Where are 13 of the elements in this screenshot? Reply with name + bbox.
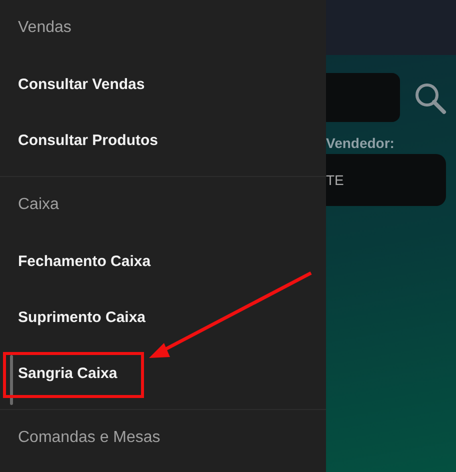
section-header: Caixa xyxy=(18,196,59,214)
menu-item[interactable]: Consultar Produtos xyxy=(18,132,158,148)
menu-item[interactable]: Sangria Caixa xyxy=(18,364,118,382)
menu-item[interactable]: Consultar Vendas xyxy=(18,76,145,92)
scroll-indicator xyxy=(10,355,13,405)
section-header: Comandas e Mesas xyxy=(18,429,160,447)
menu-item[interactable]: Fechamento Caixa xyxy=(18,252,151,270)
input-field[interactable]: TE xyxy=(326,154,446,206)
menu-item[interactable]: Suprimento Caixa xyxy=(18,308,146,326)
input-field[interactable] xyxy=(326,73,400,122)
field-label: Vendedor: xyxy=(326,134,396,152)
section-header: Vendas xyxy=(18,19,72,37)
search-icon[interactable] xyxy=(413,80,447,114)
